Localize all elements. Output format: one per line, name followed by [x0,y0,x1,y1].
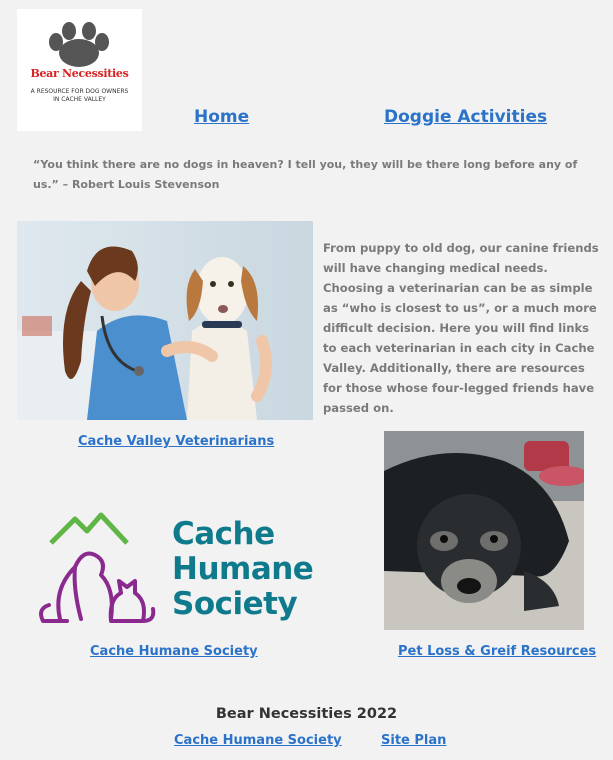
logo-line-society: Society [172,586,298,622]
veterinarian-with-dog-photo [17,221,313,420]
dog-cat-mountain-icon [39,512,156,623]
paw-print-icon [49,22,109,67]
footer-humane-society-link[interactable]: Cache Humane Society [174,733,342,748]
site-logo: Bear Necessities A Resource for Dog Owne… [17,9,142,131]
footer-site-plan-link[interactable]: Site Plan [381,733,446,748]
pet-loss-resources-link[interactable]: Pet Loss & Greif Resources [398,644,596,659]
humane-society-link[interactable]: Cache Humane Society [90,644,258,659]
cache-humane-society-logo: Cache Humane Society [35,509,314,629]
senior-dog-photo [384,431,584,630]
intro-paragraph: From puppy to old dog, our canine friend… [323,241,599,415]
quote-text: “You think there are no dogs in heaven? … [33,158,578,191]
nav-home-link[interactable]: Home [194,107,249,127]
logo-line-humane: Humane [172,551,314,587]
veterinarians-link[interactable]: Cache Valley Veterinarians [78,434,274,449]
footer-title: Bear Necessities 2022 [215,706,398,722]
logo-tagline: A Resource for Dog Owners in Cache Valle… [30,88,129,103]
logo-line-cache: Cache [172,516,275,552]
nav-doggie-activities-link[interactable]: Doggie Activities [384,107,547,127]
logo-title: Bear Necessities [30,67,129,80]
